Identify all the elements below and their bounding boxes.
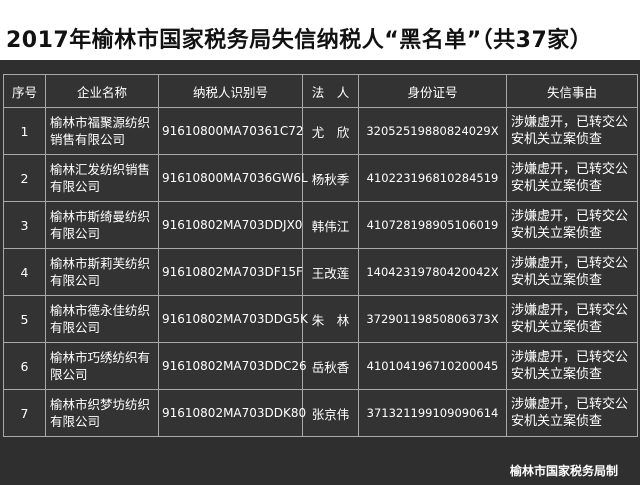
cell-id-number: 371321199109090614 — [358, 389, 507, 437]
cell-id-number: 37290119850806373X — [358, 295, 507, 343]
cell-reason: 涉嫌虚开，已转交公安机关立案侦查 — [506, 154, 638, 202]
cell-company-name: 榆林市德永佳纺织有限公司 — [45, 295, 159, 343]
column-header-tax-id: 纳税人识别号 — [158, 74, 303, 108]
table-row: 3 榆林市斯绮曼纺织有限公司 91610802MA703DDJX0 韩伟江 410728… — [3, 201, 638, 249]
cell-tax-id: 91610802MA703DDG5K — [158, 295, 308, 343]
cell-reason: 涉嫌虚开，已转交公安机关立案侦查 — [506, 248, 638, 296]
cell-index: 2 — [3, 154, 46, 202]
cell-reason: 涉嫌虚开，已转交公安机关立案侦查 — [506, 107, 638, 155]
cell-id-number: 14042319780420042X — [358, 248, 507, 296]
table-body: 1 榆林市福聚源纺织销售有限公司 91610800MA70361C72 尤 欣 3205… — [3, 107, 638, 437]
cell-index: 3 — [3, 201, 46, 249]
cell-id-number: 32052519880824029X — [358, 107, 507, 155]
cell-reason: 涉嫌虚开，已转交公安机关立案侦查 — [506, 201, 638, 249]
column-header-id-number: 身份证号 — [358, 74, 507, 108]
cell-company-name: 榆林市织梦坊纺织有限公司 — [45, 389, 159, 437]
cell-legal-person: 韩伟江 — [302, 201, 359, 249]
cell-index: 5 — [3, 295, 46, 343]
table-header-row: 序号 企业名称 纳税人识别号 法 人 身份证号 失信事由 — [3, 74, 638, 108]
cell-index: 6 — [3, 342, 46, 390]
cell-tax-id: 91610802MA703DDJX0 — [158, 201, 303, 249]
cell-legal-person: 杨秋季 — [302, 154, 359, 202]
cell-index: 4 — [3, 248, 46, 296]
cell-legal-person: 尤 欣 — [302, 107, 359, 155]
blacklist-table-container: 序号 企业名称 纳税人识别号 法 人 身份证号 失信事由 1 榆林市福聚源纺织销售… — [3, 74, 638, 437]
cell-company-name: 榆林市巧绣纺织有限公司 — [45, 342, 159, 390]
table-row: 6 榆林市巧绣纺织有限公司 91610802MA703DDC26 岳秋香 4101041… — [3, 342, 638, 390]
cell-company-name: 榆林市斯莉芙纺织有限公司 — [45, 248, 159, 296]
cell-legal-person: 朱 林 — [302, 295, 359, 343]
table-row: 7 榆林市织梦坊纺织有限公司 91610802MA703DDK80 张京伟 371321… — [3, 389, 638, 437]
table-row: 5 榆林市德永佳纺织有限公司 91610802MA703DDG5K 朱 林 372901… — [3, 295, 638, 343]
cell-legal-person: 王改莲 — [302, 248, 359, 296]
footer-issuer: 榆林市国家税务局制 — [509, 464, 618, 478]
cell-index: 1 — [3, 107, 46, 155]
cell-id-number: 410728198905106019 — [358, 201, 507, 249]
cell-legal-person: 张京伟 — [302, 389, 359, 437]
cell-legal-person: 岳秋香 — [302, 342, 359, 390]
cell-index: 7 — [3, 389, 46, 437]
cell-reason: 涉嫌虚开，已转交公安机关立案侦查 — [506, 389, 638, 437]
table-row: 2 榆林汇发纺织销售有限公司 91610800MA7036GW6L 杨秋季 410223… — [3, 154, 638, 202]
cell-company-name: 榆林汇发纺织销售有限公司 — [45, 154, 159, 202]
cell-reason: 涉嫌虚开，已转交公安机关立案侦查 — [506, 342, 638, 390]
cell-company-name: 榆林市福聚源纺织销售有限公司 — [45, 107, 159, 155]
blacklist-table: 序号 企业名称 纳税人识别号 法 人 身份证号 失信事由 1 榆林市福聚源纺织销售… — [3, 74, 638, 437]
cell-id-number: 410223196810284519 — [358, 154, 507, 202]
cell-tax-id: 91610802MA703DDK80 — [158, 389, 306, 437]
column-header-reason: 失信事由 — [506, 74, 638, 108]
page-title: 2017年榆林市国家税务局失信纳税人“黑名单”（共37家） — [6, 28, 593, 53]
cell-tax-id: 91610800MA70361C72 — [158, 107, 303, 155]
table-row: 1 榆林市福聚源纺织销售有限公司 91610800MA70361C72 尤 欣 3205… — [3, 107, 638, 155]
cell-reason: 涉嫌虚开，已转交公安机关立案侦查 — [506, 295, 638, 343]
column-header-index: 序号 — [3, 74, 46, 108]
column-header-company: 企业名称 — [45, 74, 159, 108]
cell-tax-id: 91610802MA703DF15F — [158, 248, 303, 296]
cell-tax-id: 91610802MA703DDC26 — [158, 342, 307, 390]
column-header-legal-person: 法 人 — [302, 74, 359, 108]
title-bar: 2017年榆林市国家税务局失信纳税人“黑名单”（共37家） — [0, 0, 640, 60]
cell-id-number: 410104196710200045 — [358, 342, 507, 390]
table-row: 4 榆林市斯莉芙纺织有限公司 91610802MA703DF15F 王改莲 140423… — [3, 248, 638, 296]
cell-tax-id: 91610800MA7036GW6L — [158, 154, 308, 202]
cell-company-name: 榆林市斯绮曼纺织有限公司 — [45, 201, 159, 249]
